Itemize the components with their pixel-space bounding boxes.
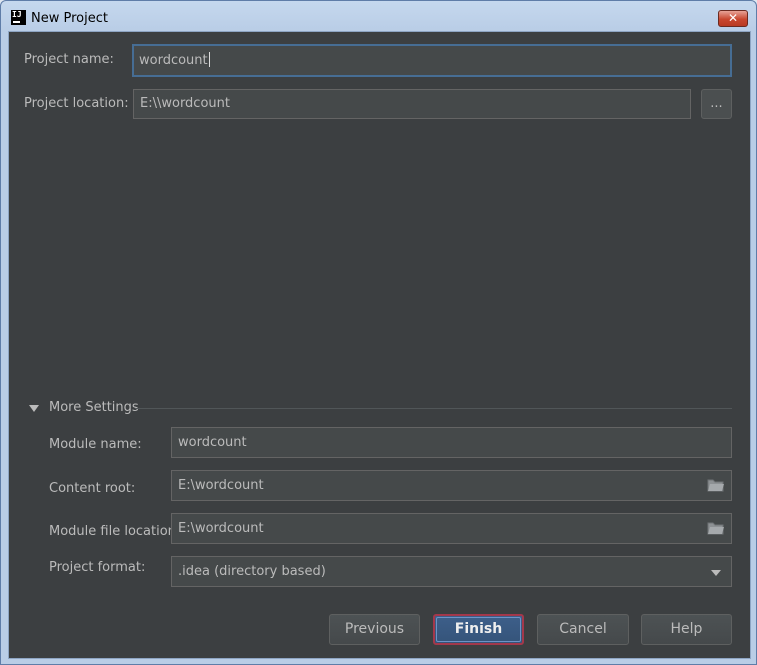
close-icon[interactable]: ✕ [718,10,748,27]
project-format-value: .idea (directory based) [178,564,326,579]
expand-triangle-icon[interactable] [29,405,39,412]
window-title: New Project [31,11,108,26]
cancel-button-label: Cancel [559,621,607,637]
project-format-label: Project format: [49,560,146,575]
module-file-location-label: Module file location: [49,524,181,539]
module-file-location-input[interactable]: E:\wordcount [171,513,732,544]
finish-button-focus-ring [436,617,521,642]
browse-location-button[interactable]: ... [701,89,732,119]
project-name-input[interactable]: wordcount [132,44,732,77]
app-icon: IJ [11,10,26,25]
previous-button-label: Previous [344,621,405,637]
text-caret [208,52,210,67]
content-root-value: E:\wordcount [178,478,264,493]
folder-icon[interactable] [707,521,725,535]
title-bar[interactable]: IJ New Project ✕ [1,1,756,31]
cancel-button[interactable]: Cancel [537,614,629,645]
project-name-value: wordcount [139,53,208,68]
dialog-content: Project name: wordcount Project location… [8,31,751,659]
folder-icon[interactable] [707,478,725,492]
module-name-label: Module name: [49,437,142,452]
module-file-location-value: E:\wordcount [178,521,264,536]
app-icon-text: IJ [12,10,22,19]
project-location-input[interactable]: E:\\wordcount [133,89,691,119]
project-name-label: Project name: [24,52,114,67]
help-button[interactable]: Help [641,614,732,645]
project-format-select[interactable]: .idea (directory based) [171,556,732,587]
content-root-input[interactable]: E:\wordcount [171,470,732,501]
content-root-label: Content root: [49,481,136,496]
more-settings-divider [135,408,732,409]
new-project-dialog: IJ New Project ✕ Project name: wordcount… [0,0,757,665]
project-location-label: Project location: [24,96,129,111]
dropdown-arrow-icon[interactable] [711,570,721,576]
help-button-label: Help [670,621,703,637]
finish-button[interactable]: Finish [433,614,524,645]
previous-button[interactable]: Previous [329,614,420,645]
more-settings-toggle[interactable]: More Settings [49,400,139,415]
module-name-input[interactable]: wordcount [171,427,732,458]
